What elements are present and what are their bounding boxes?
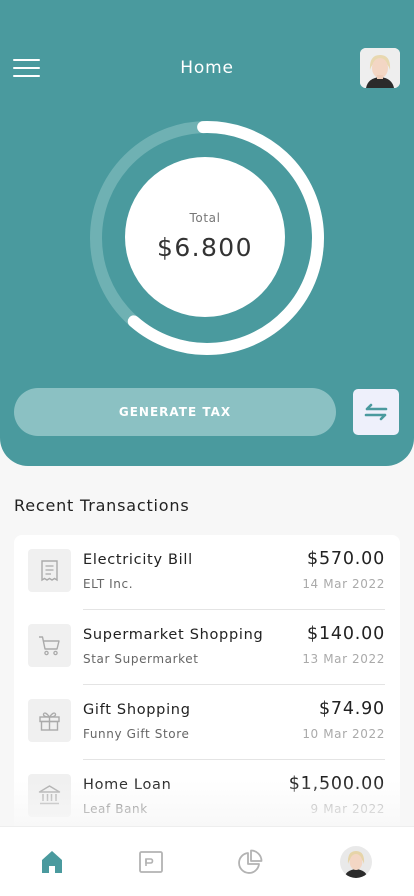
total-label: Total [189, 211, 221, 225]
transaction-date: 10 Mar 2022 [302, 727, 385, 741]
transaction-date: 14 Mar 2022 [302, 577, 385, 591]
transaction-name: Supermarket Shopping [83, 627, 264, 643]
swap-arrows-icon [364, 403, 388, 421]
generate-tax-button[interactable]: GENERATE TAX [14, 388, 336, 436]
bank-icon [28, 774, 71, 817]
transaction-row[interactable]: Gift Shopping Funny Gift Store $74.90 10… [14, 685, 400, 760]
pie-chart-icon[interactable] [235, 847, 265, 877]
shopping-cart-icon [28, 624, 71, 667]
bottom-tab-bar [0, 826, 414, 896]
transactions-list: Electricity Bill ELT Inc. $570.00 14 Mar… [14, 535, 400, 835]
transaction-amount: $1,500.00 [288, 774, 385, 794]
transaction-amount: $74.90 [318, 699, 385, 719]
header-panel: Home Total $6.800 GENERATE TAX [0, 0, 414, 466]
user-avatar[interactable] [360, 48, 400, 88]
transaction-row[interactable]: Supermarket Shopping Star Supermarket $1… [14, 610, 400, 685]
transaction-merchant: ELT Inc. [83, 577, 134, 591]
profile-avatar[interactable] [340, 846, 372, 878]
total-value: $6.800 [157, 233, 253, 262]
transaction-amount: $570.00 [307, 549, 385, 569]
wallet-icon[interactable] [136, 847, 166, 877]
transaction-row[interactable]: Home Loan Leaf Bank $1,500.00 9 Mar 2022 [14, 760, 400, 835]
transaction-date: 9 Mar 2022 [310, 802, 385, 816]
gift-icon [28, 699, 71, 742]
receipt-icon [28, 549, 71, 592]
transaction-name: Home Loan [83, 777, 172, 793]
page-title: Home [180, 58, 234, 78]
transaction-date: 13 Mar 2022 [302, 652, 385, 666]
recent-transactions-title: Recent Transactions [14, 496, 190, 515]
transaction-merchant: Leaf Bank [83, 802, 148, 816]
transaction-amount: $140.00 [307, 624, 385, 644]
transaction-name: Electricity Bill [83, 552, 193, 568]
transaction-name: Gift Shopping [83, 702, 191, 718]
swap-button[interactable] [353, 389, 399, 435]
transaction-merchant: Funny Gift Store [83, 727, 190, 741]
total-summary: Total $6.800 [125, 157, 285, 317]
transaction-row[interactable]: Electricity Bill ELT Inc. $570.00 14 Mar… [14, 535, 400, 610]
transaction-merchant: Star Supermarket [83, 652, 199, 666]
home-icon[interactable] [37, 847, 67, 877]
